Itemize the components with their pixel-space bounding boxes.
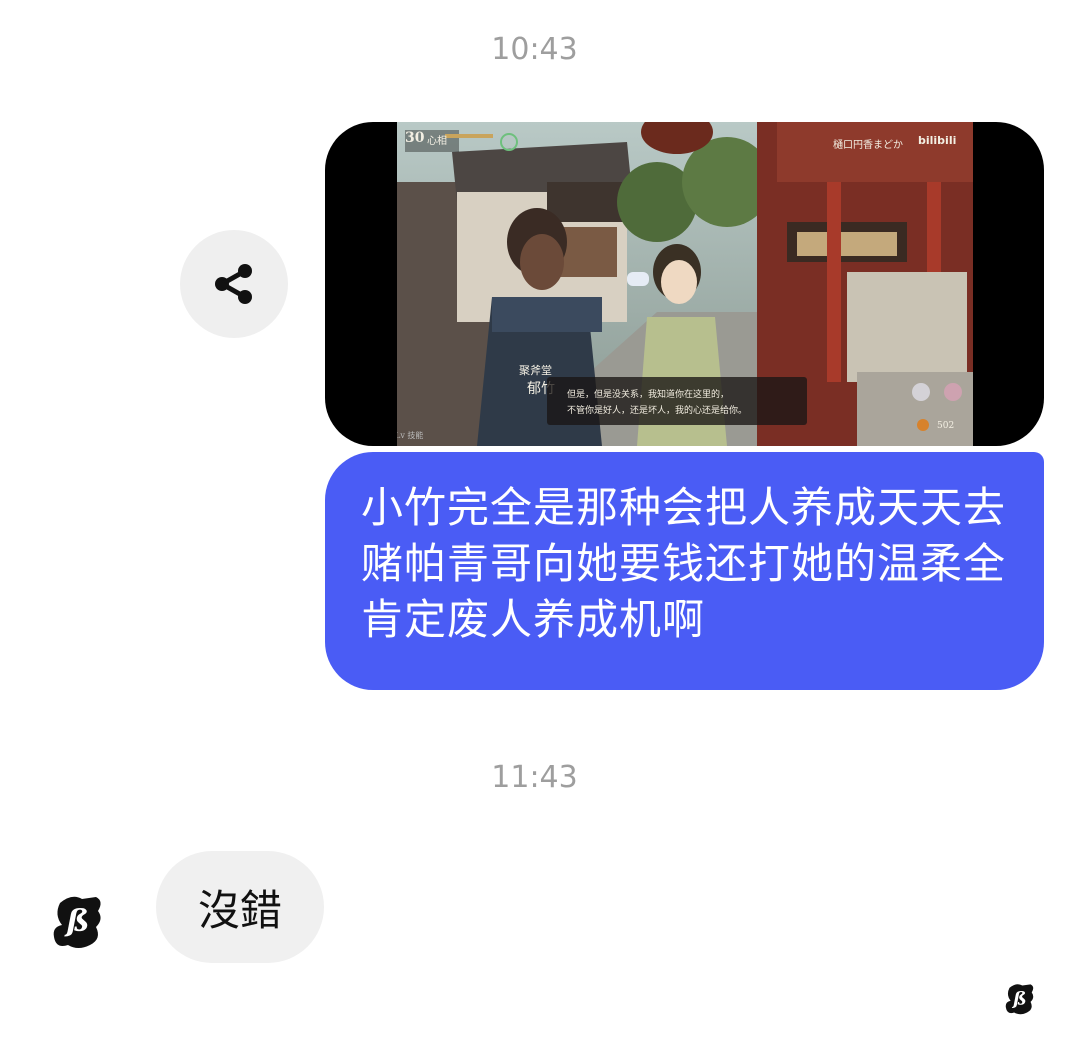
sb-logo-icon: ß [1005, 984, 1034, 1015]
sender-avatar[interactable]: ß [52, 893, 104, 951]
hud-stat-label: 心相 [427, 136, 447, 147]
speaker-name-line-1: 聚斧堂 [519, 364, 552, 377]
bilibili-logo-icon: bilibili [918, 134, 957, 147]
share-button[interactable] [180, 230, 288, 338]
outgoing-message-text: 小竹完全是那种会把人养成天天去赌帕青哥向她要钱还打她的温柔全肯定废人养成机啊 [361, 483, 1007, 644]
dialogue-line: 不管你是好人，还是坏人，我的心还是给你。 [567, 406, 748, 416]
incoming-message-text: 沒錯 [197, 885, 282, 935]
footer-label: Lv 技能 [397, 431, 424, 440]
currency-value: 502 [937, 421, 955, 431]
message-timestamp: 10:43 [491, 32, 578, 67]
chat-screen: 10:43 30 心相 樋口円香まどか bilibili 聚斧堂 郁竹 但是，但… [0, 0, 1069, 1052]
dialogue-line: 但是，但是没关系，我知道你在这里的， [567, 390, 730, 400]
svg-text:ß: ß [64, 904, 90, 939]
image-attachment-bubble[interactable]: 30 心相 樋口円香まどか bilibili 聚斧堂 郁竹 但是，但是没关系，我… [325, 122, 1044, 446]
incoming-message-bubble[interactable]: 沒錯 [156, 851, 324, 963]
game-screenshot: 30 心相 樋口円香まどか bilibili 聚斧堂 郁竹 但是，但是没关系，我… [397, 122, 973, 446]
outgoing-message-bubble[interactable]: 小竹完全是那种会把人养成天天去赌帕青哥向她要钱还打她的温柔全肯定废人养成机啊 [325, 452, 1044, 690]
hud-brand-text: 樋口円香まどか [833, 140, 903, 151]
sb-logo-icon: ß [53, 896, 101, 948]
message-timestamp: 11:43 [491, 760, 578, 795]
dialogue-box: 但是，但是没关系，我知道你在这里的， 不管你是好人，还是坏人，我的心还是给你。 [547, 377, 807, 425]
svg-text:ß: ß [1011, 988, 1026, 1009]
share-icon [215, 264, 252, 304]
hud-day-number: 30 [405, 130, 425, 146]
read-receipt-avatar: ß [1004, 982, 1036, 1016]
